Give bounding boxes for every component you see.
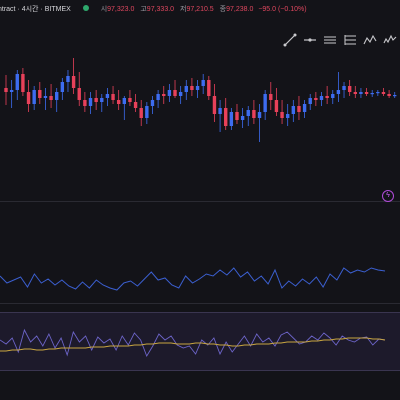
candle-body (105, 94, 110, 98)
candle-body (26, 92, 31, 104)
candle-body (190, 86, 194, 90)
momentum-line (0, 267, 386, 291)
candle-body (263, 94, 267, 112)
candle-body (302, 104, 307, 112)
candle-body (364, 92, 369, 94)
candle-body (291, 106, 296, 114)
candle-body (9, 90, 14, 92)
candle-body (21, 74, 25, 92)
candle-body (116, 100, 121, 104)
candle-body (88, 98, 93, 106)
candle-body (280, 112, 284, 118)
candle-body (94, 98, 98, 102)
candle-body (387, 94, 391, 96)
candle-body (178, 92, 183, 96)
candle-body (274, 100, 279, 112)
candle-body (393, 95, 397, 97)
candle-body (207, 80, 211, 96)
candle-body (257, 112, 262, 118)
candle-body (269, 94, 273, 100)
candle-body (235, 112, 239, 120)
candle-body (353, 92, 357, 94)
candle-body (347, 86, 352, 92)
candle-body (297, 106, 301, 112)
candle-body (325, 96, 329, 98)
candle-body (60, 82, 65, 92)
candle-body (100, 98, 104, 102)
candle-body (336, 90, 341, 94)
candle-body (150, 100, 155, 106)
candle-body (331, 94, 335, 98)
candle-body (195, 86, 200, 90)
candle-body (201, 80, 205, 86)
candle-body (212, 96, 217, 114)
candle-body (229, 112, 234, 126)
candle-body (167, 90, 172, 96)
candle-body (49, 96, 53, 100)
rsi-ma-line (0, 337, 386, 352)
candle-body (71, 76, 76, 88)
candle-body (252, 110, 256, 118)
price-chart[interactable] (0, 0, 400, 400)
candle-body (111, 94, 115, 100)
candle-body (342, 86, 346, 90)
candle-body (370, 93, 374, 95)
candle-body (55, 92, 59, 100)
candle-body (32, 90, 36, 104)
candle-body (4, 88, 8, 92)
candle-body (359, 92, 363, 94)
candle-body (38, 90, 42, 98)
candle-body (66, 76, 70, 82)
candle-body (246, 110, 250, 116)
candle-body (218, 108, 222, 114)
candle-body (122, 98, 127, 104)
candle-body (240, 116, 245, 120)
candle-body (133, 102, 138, 108)
candle-body (224, 108, 228, 126)
candle-body (77, 88, 81, 100)
candle-body (285, 114, 290, 118)
candle-body (319, 96, 324, 100)
candle-body (184, 86, 188, 92)
candle-body (43, 96, 48, 98)
candle-body (376, 92, 380, 94)
candle-body (308, 98, 312, 104)
candle-body (162, 94, 166, 96)
candle-body (139, 108, 143, 118)
candle-body (128, 98, 132, 102)
candle-body (173, 90, 177, 96)
candle-body (145, 106, 149, 118)
candle-body (156, 94, 160, 100)
candle-body (381, 92, 386, 94)
candle-body (15, 74, 19, 90)
candle-body (314, 98, 318, 100)
candle-body (83, 100, 87, 106)
